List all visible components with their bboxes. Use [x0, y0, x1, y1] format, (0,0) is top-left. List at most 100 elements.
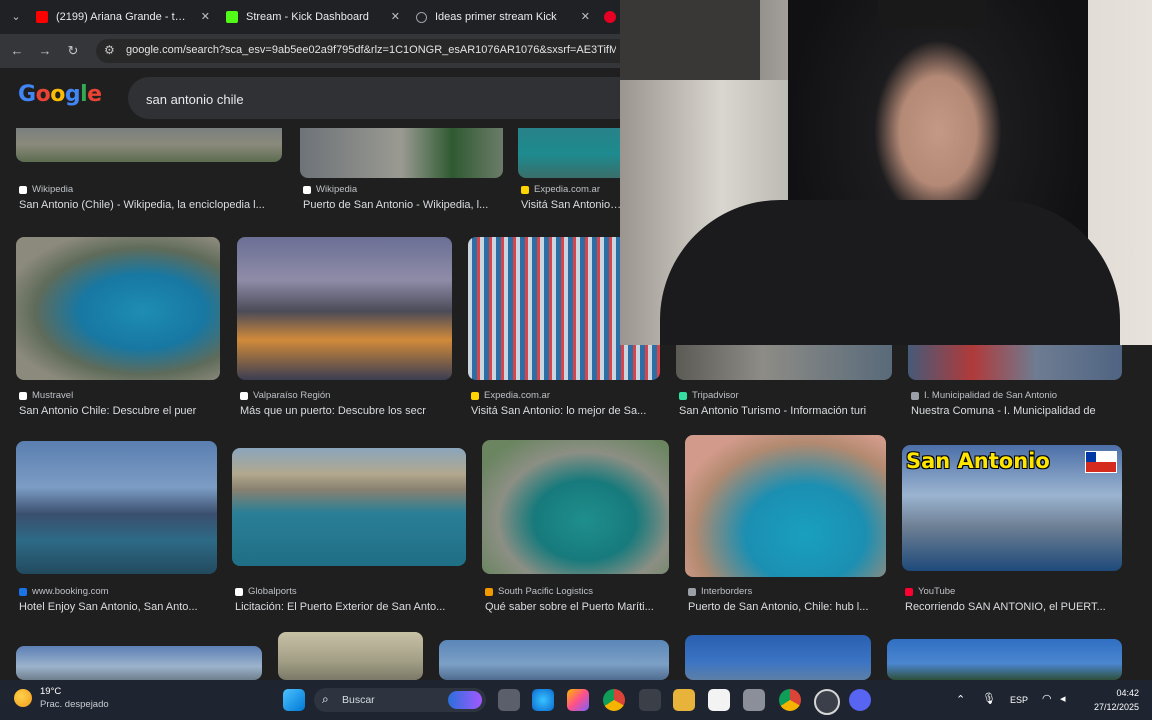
reload-icon[interactable]: ↻ [64, 42, 82, 60]
result-thumbnail[interactable]: San Antonio [902, 445, 1122, 571]
image-result[interactable]: South Pacific Logistics Qué saber sobre … [482, 440, 669, 623]
volume-icon[interactable]: ◂ [1060, 692, 1066, 705]
booking-icon [19, 587, 27, 596]
clock-time[interactable]: 04:42 [1093, 688, 1139, 698]
tab-list-chevron-down-icon[interactable]: ⌄ [6, 7, 26, 27]
image-result[interactable] [439, 640, 669, 680]
task-view-icon[interactable] [498, 689, 520, 711]
result-title[interactable]: Puerto de San Antonio - Wikipedia, l... [303, 199, 506, 211]
chevron-up-icon[interactable]: ⌃ [956, 693, 965, 706]
pinterest-icon [604, 11, 616, 23]
chrome-icon[interactable] [779, 689, 801, 711]
result-source: Expedia.com.ar [471, 390, 550, 401]
result-thumbnail[interactable] [278, 632, 423, 680]
result-source: Interborders [688, 586, 752, 597]
result-title[interactable]: Nuestra Comuna - I. Municipalidad de [911, 405, 1125, 417]
edge-icon[interactable] [532, 689, 554, 711]
copilot-icon[interactable] [567, 689, 589, 711]
wifi-icon[interactable]: ◠ [1042, 692, 1052, 705]
result-title[interactable]: Puerto de San Antonio, Chile: hub l... [688, 601, 889, 613]
result-source: Tripadvisor [679, 390, 739, 401]
taskbar-search[interactable]: ⌕ Buscar [314, 688, 486, 712]
back-arrow-icon[interactable]: ← [8, 42, 26, 60]
result-title[interactable]: Licitación: El Puerto Exterior de San An… [235, 601, 469, 613]
site-icon [19, 391, 27, 400]
result-title[interactable]: Visitá San Antonio: lo mejor de Sa... [471, 405, 663, 417]
result-thumbnail[interactable] [676, 345, 892, 380]
google-header: Google [0, 68, 620, 128]
site-icon [688, 587, 696, 596]
result-thumbnail[interactable] [482, 440, 669, 574]
app-icon[interactable] [743, 689, 765, 711]
image-result[interactable]: Tripadvisor San Antonio Turismo - Inform… [676, 345, 892, 417]
close-tab-icon[interactable]: ✕ [201, 10, 210, 23]
result-source: I. Municipalidad de San Antonio [911, 390, 1057, 401]
clock-date[interactable]: 27/12/2025 [1085, 702, 1139, 712]
result-title[interactable]: San Antonio (Chile) - Wikipedia, la enci… [19, 199, 285, 211]
close-tab-icon[interactable]: ✕ [391, 10, 400, 23]
windows-start-icon[interactable] [283, 689, 305, 711]
result-source: YouTube [905, 586, 955, 597]
file-explorer-icon[interactable] [673, 689, 695, 711]
result-title[interactable]: Hotel Enjoy San Antonio, San Anto... [19, 601, 220, 613]
image-result[interactable]: Interborders Puerto de San Antonio, Chil… [685, 435, 886, 623]
image-result[interactable]: San Antonio YouTube Recorriendo SAN ANTO… [902, 445, 1122, 623]
result-thumbnail[interactable] [685, 435, 886, 577]
result-thumbnail[interactable] [518, 128, 620, 178]
result-title[interactable]: Qué saber sobre el Puerto Maríti... [485, 601, 672, 613]
tab-pinterest[interactable] [604, 4, 620, 30]
image-result[interactable]: I. Municipalidad de San Antonio Nuestra … [908, 345, 1122, 417]
result-thumbnail[interactable] [232, 448, 466, 566]
image-result[interactable]: Globalports Licitación: El Puerto Exteri… [232, 448, 466, 623]
result-thumbnail[interactable] [685, 635, 871, 680]
result-thumbnail[interactable] [439, 640, 669, 680]
microphone-icon[interactable]: 🎙 [982, 692, 996, 705]
image-result[interactable] [685, 635, 871, 680]
image-result[interactable] [16, 646, 262, 680]
result-source: Wikipedia [19, 184, 73, 195]
result-title[interactable]: San Antonio Chile: Descubre el puer [19, 405, 223, 417]
result-thumbnail[interactable] [16, 441, 217, 574]
app-icon[interactable] [639, 689, 661, 711]
youtube-icon [36, 11, 48, 23]
result-title[interactable]: Más que un puerto: Descubre los secr [240, 405, 455, 417]
result-thumbnail[interactable] [887, 639, 1122, 680]
image-result[interactable]: Wikipedia San Antonio (Chile) - Wikipedi… [16, 128, 282, 218]
result-thumbnail[interactable] [16, 646, 262, 680]
result-thumbnail[interactable] [16, 237, 220, 380]
close-tab-icon[interactable]: ✕ [581, 10, 590, 23]
image-result[interactable]: Mustravel San Antonio Chile: Descubre el… [16, 237, 220, 417]
app-icon[interactable] [849, 689, 871, 711]
tab-title: (2199) Ariana Grande - twilight [56, 11, 192, 23]
store-icon[interactable] [708, 689, 730, 711]
image-result[interactable]: Wikipedia Puerto de San Antonio - Wikipe… [300, 128, 503, 218]
weather-widget[interactable]: 19°C Prac. despejado [14, 686, 109, 710]
chrome-icon[interactable] [603, 689, 625, 711]
tab-kick-dashboard[interactable]: Stream - Kick Dashboard ✕ [226, 4, 406, 30]
tab-ideas-stream[interactable]: Ideas primer stream Kick ✕ [416, 4, 596, 30]
forward-arrow-icon[interactable]: → [36, 42, 54, 60]
globe-icon [416, 11, 427, 23]
result-thumbnail[interactable] [300, 128, 503, 178]
result-thumbnail[interactable] [237, 237, 452, 380]
google-logo[interactable]: Google [18, 82, 102, 107]
hoodie [660, 200, 1120, 345]
result-title[interactable]: Recorriendo SAN ANTONIO, el PUERT... [905, 601, 1125, 613]
image-result[interactable]: Expedia.com.ar Visitá San Antonio: l... [518, 128, 623, 218]
address-bar[interactable]: ⚙ google.com/search?sca_esv=9ab5ee02a9f7… [96, 39, 620, 63]
tab-youtube[interactable]: (2199) Ariana Grande - twilight ✕ [36, 4, 216, 30]
image-result[interactable]: www.booking.com Hotel Enjoy San Antonio,… [16, 441, 217, 621]
obs-icon[interactable] [814, 689, 840, 715]
image-result[interactable] [278, 632, 423, 680]
result-thumbnail[interactable] [16, 128, 282, 162]
site-info-icon[interactable]: ⚙ [104, 43, 115, 57]
image-result[interactable]: Valparaíso Región Más que un puerto: Des… [237, 237, 452, 417]
result-thumbnail[interactable] [908, 345, 1122, 380]
image-result[interactable] [887, 639, 1122, 680]
search-box[interactable] [128, 77, 620, 119]
result-title[interactable]: Visitá San Antonio: l... [521, 199, 623, 211]
tab-title: Ideas primer stream Kick [435, 11, 557, 23]
language-indicator[interactable]: ESP [1010, 695, 1028, 705]
result-title[interactable]: San Antonio Turismo - Información turi [679, 405, 895, 417]
search-input[interactable] [144, 88, 608, 110]
